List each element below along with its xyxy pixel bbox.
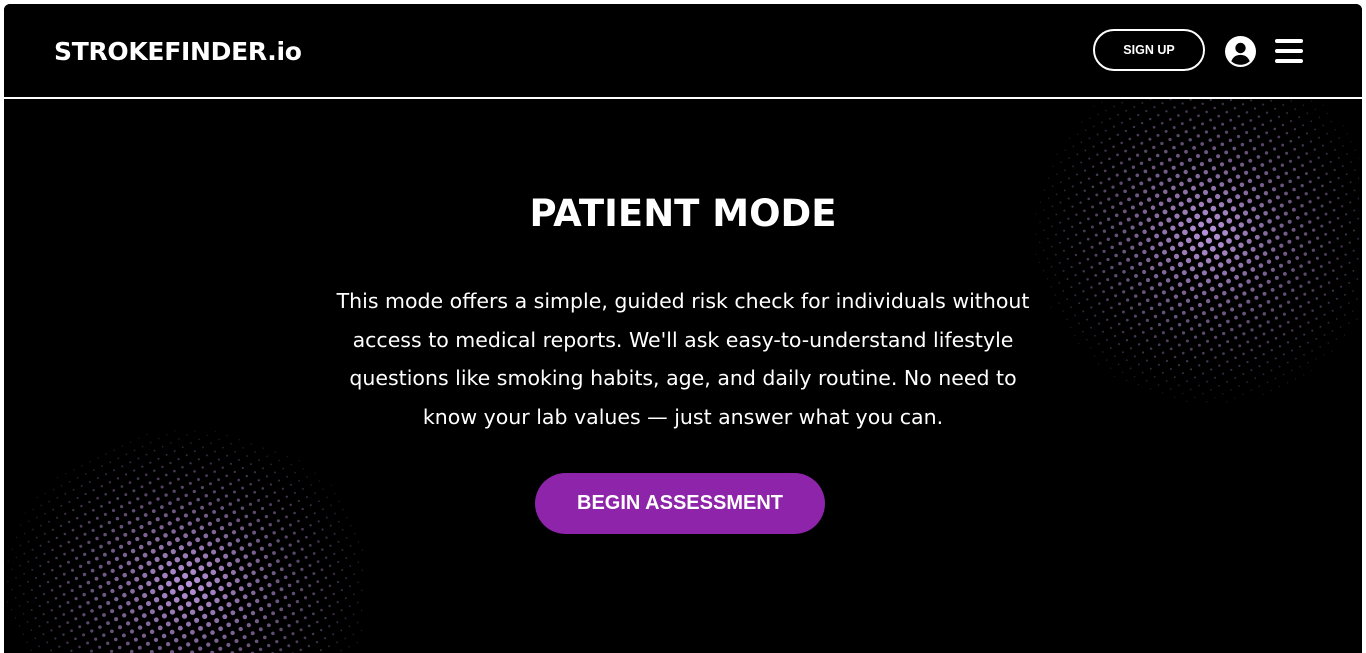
sign-up-button[interactable]: SIGN UP <box>1093 29 1205 71</box>
page-title: PATIENT MODE <box>529 192 837 235</box>
hamburger-menu-icon[interactable] <box>1275 39 1303 63</box>
mode-description: This mode offers a simple, guided risk c… <box>336 289 1030 429</box>
user-circle-icon[interactable] <box>1225 36 1256 67</box>
begin-assessment-button[interactable]: BEGIN ASSESSMENT <box>535 473 825 534</box>
brand-logo[interactable]: STROKEFINDER.io <box>54 37 302 67</box>
top-navbar: STROKEFINDER.io SIGN UP <box>4 4 1362 99</box>
hero-section: PATIENT MODE This mode offers a simple, … <box>4 99 1362 653</box>
app-frame: STROKEFINDER.io SIGN UP PATIENT MODE Thi… <box>4 4 1362 653</box>
